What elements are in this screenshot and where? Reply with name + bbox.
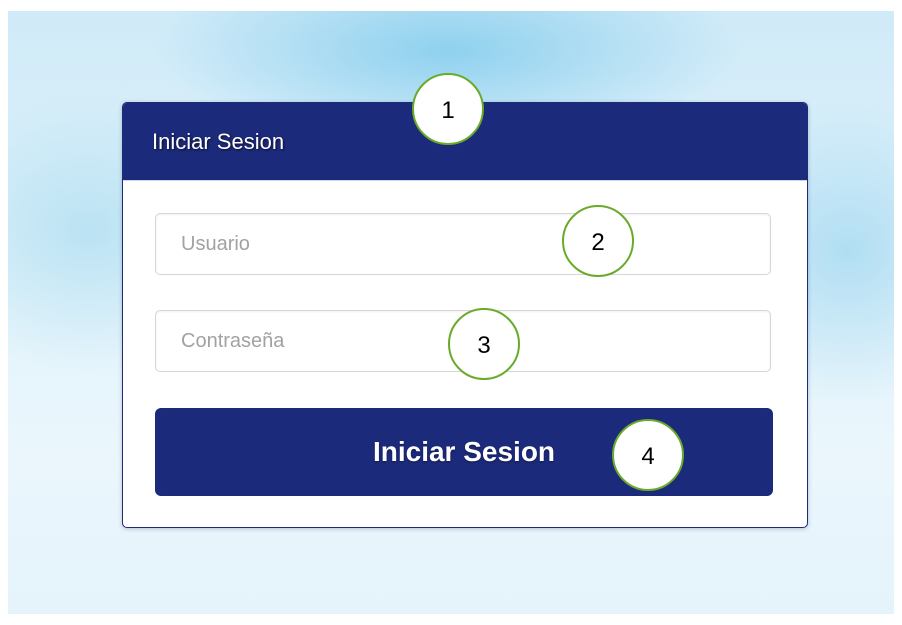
- login-screen: Iniciar Sesion Iniciar Sesion 1 2 3 4: [8, 11, 894, 614]
- annotation-marker-4: 4: [612, 419, 684, 491]
- annotation-marker-3: 3: [448, 308, 520, 380]
- annotation-marker-1: 1: [412, 73, 484, 145]
- username-field[interactable]: [155, 213, 771, 275]
- username-input[interactable]: [156, 214, 770, 274]
- annotation-marker-2: 2: [562, 205, 634, 277]
- panel-title: Iniciar Sesion: [152, 129, 285, 154]
